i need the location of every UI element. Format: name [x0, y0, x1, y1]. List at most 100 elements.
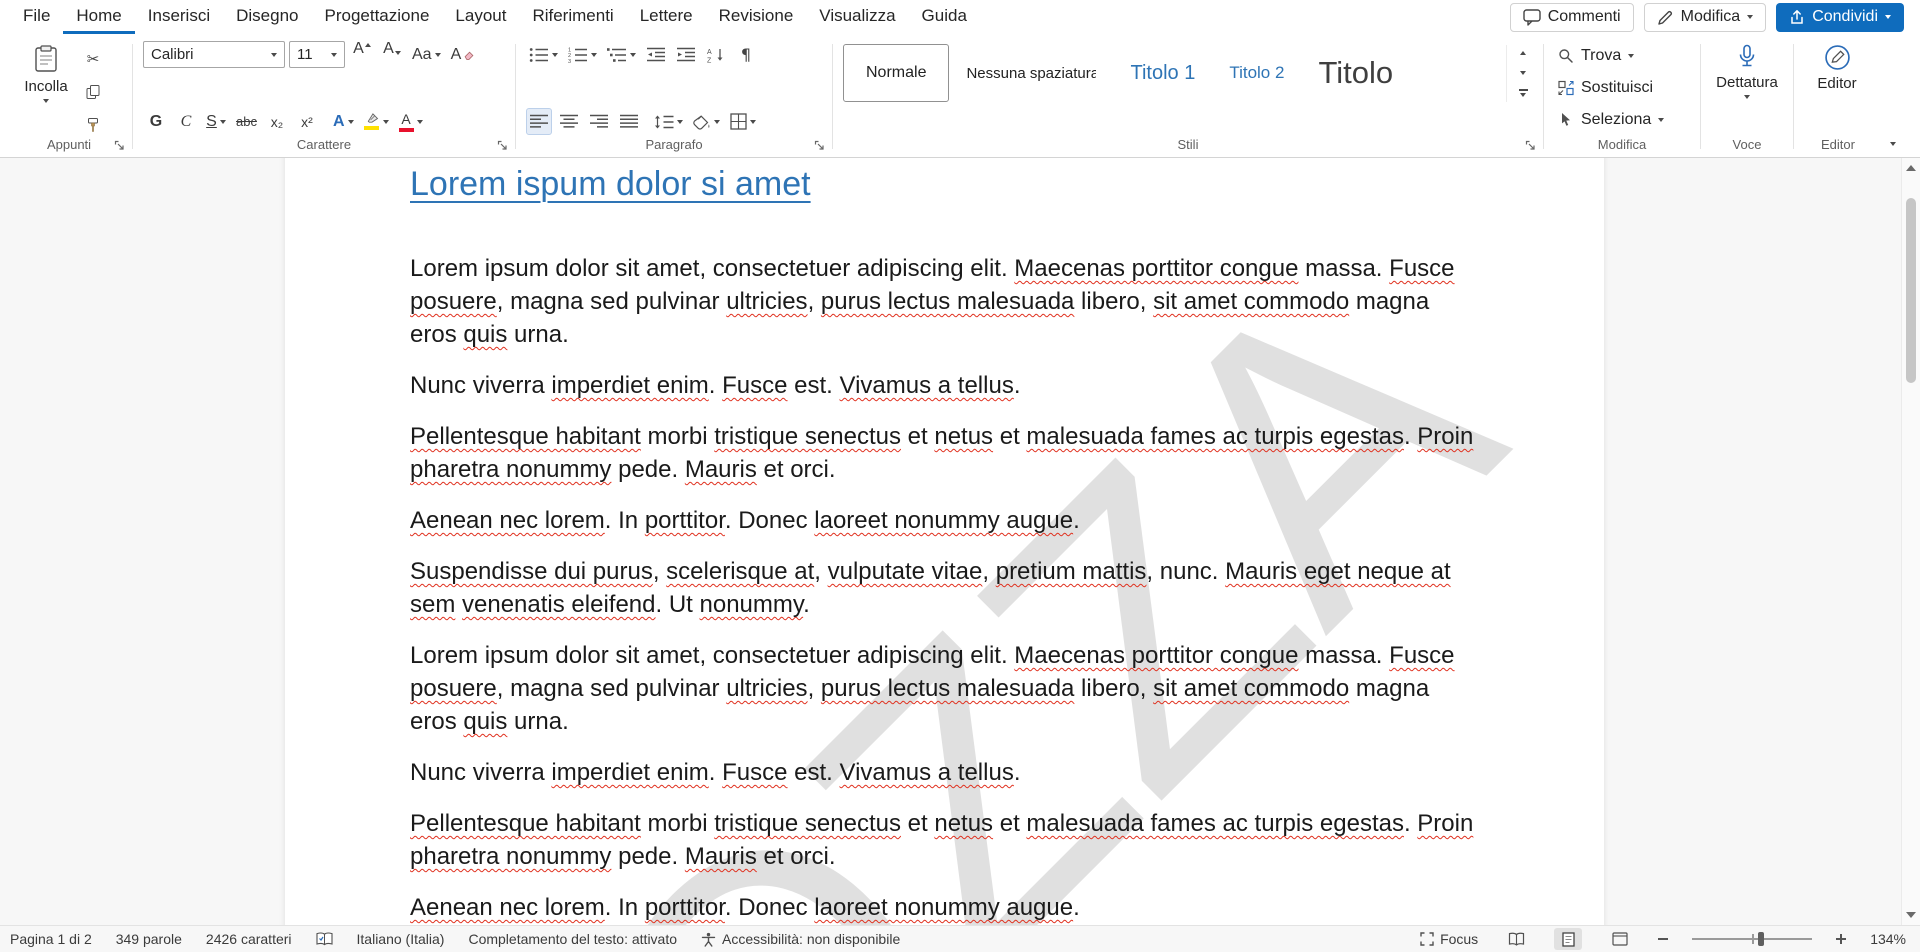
bullet-list-button[interactable] — [526, 41, 561, 68]
strikethrough-button[interactable]: abc — [233, 108, 260, 135]
menu-tab-disegno[interactable]: Disegno — [223, 0, 311, 34]
format-painter-icon — [85, 117, 101, 133]
accessibility-status[interactable]: Accessibilità: non disponibile — [701, 931, 900, 947]
language-indicator[interactable]: Italiano (Italia) — [357, 931, 445, 947]
style-normale[interactable]: Normale — [843, 44, 949, 102]
shrink-font-button[interactable]: A — [379, 41, 405, 68]
menu-tab-inserisci[interactable]: Inserisci — [135, 0, 223, 34]
italic-button[interactable]: C — [173, 108, 199, 135]
clipboard-dialog-launcher[interactable] — [112, 138, 127, 153]
paste-button[interactable]: Incolla — [16, 41, 76, 138]
increase-icon — [365, 43, 371, 47]
align-right-button[interactable] — [586, 108, 612, 135]
borders-button[interactable] — [727, 108, 759, 135]
scroll-down-button[interactable] — [1902, 912, 1920, 918]
editor-button[interactable]: Editor — [1804, 41, 1870, 92]
menu-tab-visualizza[interactable]: Visualizza — [806, 0, 908, 34]
comments-button[interactable]: Commenti — [1510, 3, 1634, 32]
paragraphs: Lorem ipsum dolor sit amet, consectetuer… — [410, 252, 1479, 925]
style-nessuna-spaziatura[interactable]: Nessuna spaziatura — [949, 44, 1113, 102]
menu-tabs: FileHomeInserisciDisegnoProgettazioneLay… — [10, 0, 980, 34]
menu-tab-revisione[interactable]: Revisione — [706, 0, 807, 34]
page-indicator[interactable]: Pagina 1 di 2 — [10, 931, 92, 947]
find-button[interactable]: Trova — [1554, 43, 1690, 69]
font-name-select[interactable]: Calibri — [143, 41, 285, 68]
font-color-button[interactable]: A — [396, 108, 426, 135]
menu-tab-file[interactable]: File — [10, 0, 63, 34]
styles-scroll-up-button[interactable] — [1513, 45, 1533, 62]
font-dialog-launcher[interactable] — [495, 138, 510, 153]
text-effects-button[interactable]: A — [330, 108, 357, 135]
sort-button[interactable]: AZ — [703, 41, 729, 68]
font-size-select[interactable]: 11 — [289, 41, 345, 68]
chevron-down-icon — [1885, 15, 1891, 19]
clear-formatting-button[interactable]: A — [448, 41, 478, 68]
align-center-button[interactable] — [556, 108, 582, 135]
web-layout-button[interactable] — [1606, 928, 1634, 950]
styles-more-button[interactable] — [1513, 85, 1533, 102]
collapse-ribbon-button[interactable] — [1890, 134, 1896, 149]
numbered-list-icon: 123 — [568, 47, 588, 63]
print-layout-button[interactable] — [1554, 928, 1582, 950]
grow-font-button[interactable]: A — [349, 41, 375, 68]
divider — [1700, 44, 1701, 149]
char-count[interactable]: 2426 caratteri — [206, 931, 292, 947]
paragraph: Lorem ipsum dolor sit amet, consectetuer… — [410, 639, 1479, 738]
style-titolo[interactable]: Titolo — [1301, 44, 1410, 102]
cut-button[interactable]: ✂ — [80, 45, 106, 72]
web-layout-icon — [1612, 932, 1628, 946]
zoom-in-button[interactable] — [1836, 934, 1846, 944]
bold-button[interactable]: G — [143, 108, 169, 135]
group-label-editing: Modifica — [1546, 137, 1698, 152]
read-mode-button[interactable] — [1502, 928, 1530, 950]
share-button[interactable]: Condividi — [1776, 3, 1904, 32]
menu-tab-home[interactable]: Home — [63, 0, 134, 34]
style-titolo-2[interactable]: Titolo 2 — [1212, 44, 1301, 102]
decrease-indent-button[interactable] — [643, 41, 669, 68]
zoom-out-button[interactable] — [1658, 938, 1668, 940]
format-painter-button[interactable] — [80, 111, 106, 138]
document-page[interactable]: BOZZA Lorem ispum dolor si amet Lorem ip… — [285, 158, 1604, 925]
numbered-list-button[interactable]: 123 — [565, 41, 600, 68]
zoom-level[interactable]: 134% — [1870, 931, 1906, 947]
menu-tab-riferimenti[interactable]: Riferimenti — [519, 0, 626, 34]
dictate-button[interactable]: Dettatura — [1711, 41, 1783, 99]
text-completion-status[interactable]: Completamento del testo: attivato — [468, 931, 677, 947]
copy-button[interactable] — [80, 78, 106, 105]
accessibility-label: Accessibilità: non disponibile — [722, 931, 900, 947]
vertical-scrollbar[interactable] — [1901, 158, 1920, 925]
menu-tab-progettazione[interactable]: Progettazione — [312, 0, 443, 34]
superscript-button[interactable]: x² — [294, 108, 320, 135]
justify-button[interactable] — [616, 108, 642, 135]
highlight-button[interactable] — [361, 108, 392, 135]
style-titolo-1[interactable]: Titolo 1 — [1113, 44, 1212, 102]
scroll-up-button[interactable] — [1902, 165, 1920, 171]
focus-button[interactable]: Focus — [1420, 931, 1478, 947]
line-spacing-button[interactable] — [651, 108, 686, 135]
styles-dialog-launcher[interactable] — [1523, 138, 1538, 153]
menu-tab-layout[interactable]: Layout — [442, 0, 519, 34]
align-left-button[interactable] — [526, 108, 552, 135]
scrollbar-thumb[interactable] — [1906, 198, 1916, 383]
word-count[interactable]: 349 parole — [116, 931, 182, 947]
show-formatting-button[interactable]: ¶ — [733, 41, 759, 68]
menu-tab-lettere[interactable]: Lettere — [627, 0, 706, 34]
replace-button[interactable]: Sostituisci — [1554, 75, 1690, 101]
select-button[interactable]: Seleziona — [1554, 107, 1690, 133]
divider — [832, 44, 833, 149]
menu-tab-guida[interactable]: Guida — [909, 0, 980, 34]
zoom-slider-thumb[interactable] — [1758, 932, 1764, 946]
increase-indent-button[interactable] — [673, 41, 699, 68]
paragraph-dialog-launcher[interactable] — [812, 138, 827, 153]
subscript-button[interactable]: x₂ — [264, 108, 290, 135]
underline-button[interactable]: S — [203, 108, 229, 135]
multilevel-list-button[interactable] — [604, 41, 639, 68]
editing-mode-button[interactable]: Modifica — [1644, 3, 1767, 32]
styles-scroll-down-button[interactable] — [1513, 65, 1533, 82]
proofing-status[interactable] — [316, 932, 333, 946]
pencil-icon — [1657, 9, 1674, 26]
change-case-button[interactable]: Aa — [409, 41, 444, 68]
zoom-slider[interactable] — [1692, 931, 1812, 947]
eraser-icon — [464, 50, 474, 60]
shading-button[interactable] — [690, 108, 723, 135]
